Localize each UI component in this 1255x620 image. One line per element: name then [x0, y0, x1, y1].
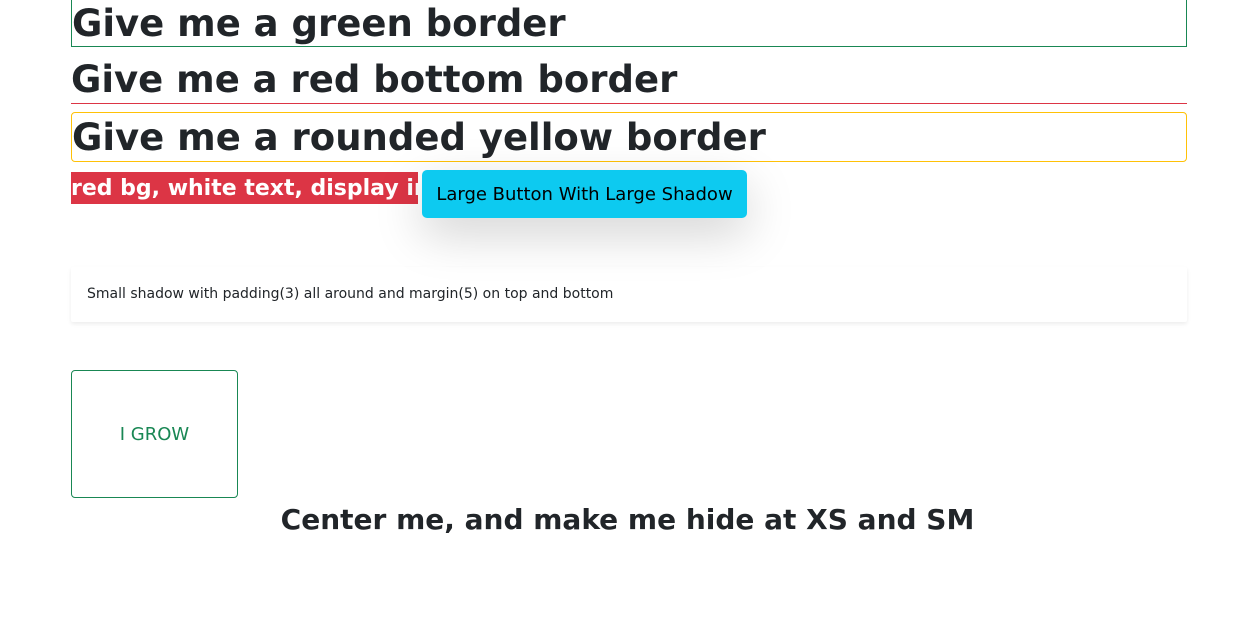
- red-inline-label: red bg, white text, display inline: [71, 172, 418, 204]
- centered-heading: Center me, and make me hide at XS and SM: [280, 503, 975, 536]
- green-border-heading: Give me a green border: [71, 0, 1187, 47]
- large-shadow-button[interactable]: Large Button With Large Shadow: [422, 170, 747, 218]
- grow-box[interactable]: I GROW: [71, 370, 238, 498]
- grow-box-label: I GROW: [119, 423, 190, 445]
- red-bottom-border-heading: Give me a red bottom border: [71, 57, 1187, 104]
- small-shadow-box: Small shadow with padding(3) all around …: [71, 267, 1187, 322]
- rounded-yellow-border-heading: Give me a rounded yellow border: [71, 112, 1187, 162]
- page-container: Give me a green border Give me a red bot…: [0, 0, 1255, 620]
